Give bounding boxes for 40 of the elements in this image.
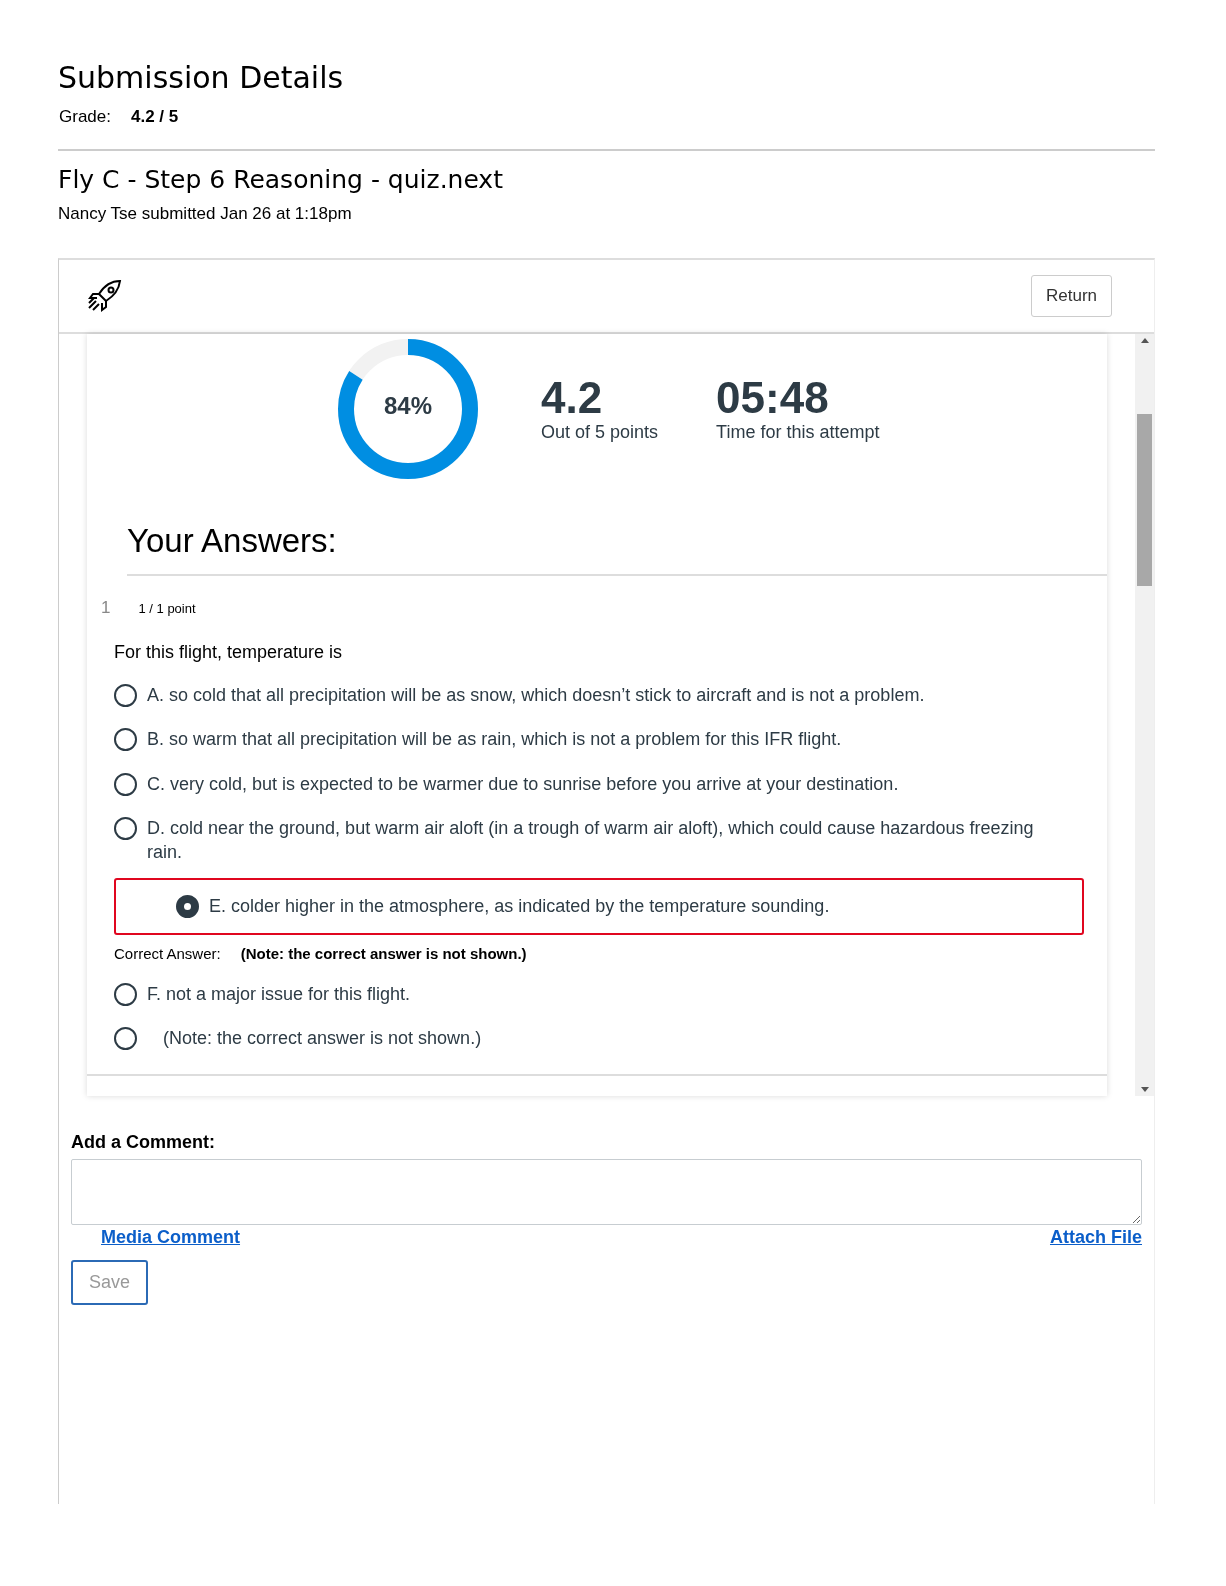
points-label: Out of 5 points: [541, 421, 659, 443]
radio-button[interactable]: [114, 684, 137, 707]
attach-file-link[interactable]: Attach File: [1050, 1227, 1142, 1249]
option-text: B. so warm that all precipitation will be as rain, which is not a problem for this IFR flight.: [147, 728, 842, 752]
radio-button[interactable]: [114, 1027, 137, 1051]
option-text: E. colder higher in the atmosphere, as indicated by the temperature sounding.: [209, 895, 830, 919]
scrollbar[interactable]: [1135, 334, 1154, 1097]
scroll-up-icon[interactable]: [1140, 338, 1149, 343]
option-text: (Note: the correct answer is not shown.): [162, 1027, 482, 1051]
radio-button[interactable]: [114, 728, 137, 752]
points-value: 4.2: [541, 375, 604, 422]
comment-field[interactable]: [71, 1159, 1142, 1226]
submission-info: Nancy Tse submitted Jan 26 at 1:18pm: [58, 204, 353, 224]
scroll-down-icon[interactable]: [1140, 1087, 1149, 1093]
radio-button[interactable]: [114, 772, 137, 796]
answers-heading: Your Answers:: [127, 522, 1107, 576]
radio-button[interactable]: [114, 816, 137, 840]
page-title: Submission Details: [58, 60, 345, 95]
question-points: 1 / 1 point: [138, 600, 196, 616]
media-comment-link[interactable]: Media Comment: [101, 1227, 241, 1249]
return-button[interactable]: Return: [1030, 275, 1112, 317]
radio-button[interactable]: [176, 895, 199, 919]
question-prompt: For this flight, temperature is: [113, 641, 344, 664]
assignment-title: Fly C - Step 6 Reasoning - quiz.next: [58, 165, 504, 194]
comment-label: Add a Comment:: [71, 1132, 216, 1154]
option-text: F. not a major issue for this flight.: [147, 982, 411, 1006]
option-text: A. so cold that all precipitation will be as snow, which doesn’t stick to aircraft and is not a problem.: [147, 684, 925, 707]
radio-button[interactable]: [114, 982, 137, 1006]
option-text: D. cold near the ground, but warm air aloft (in a trough of warm air aloft), which could cause hazardous freezing rain.: [147, 816, 1035, 865]
correct-answer-label: Correct Answer:: [114, 944, 221, 962]
score-percent: 84%: [382, 392, 433, 420]
time-label: Time for this attempt: [716, 421, 880, 443]
correct-answer-text: (Note: the correct answer is not shown.): [240, 944, 527, 962]
time-value: 05:48: [716, 375, 830, 422]
grade-value: 4.2 / 5: [131, 107, 179, 127]
grade-label: Grade:: [59, 107, 111, 127]
scrollbar-thumb[interactable]: [1137, 414, 1152, 586]
question-number: 1: [101, 598, 111, 618]
rocket-icon: [87, 279, 123, 313]
option-text: C. very cold, but is expected to be warmer due to sunrise before you arrive at your destination.: [147, 772, 899, 796]
